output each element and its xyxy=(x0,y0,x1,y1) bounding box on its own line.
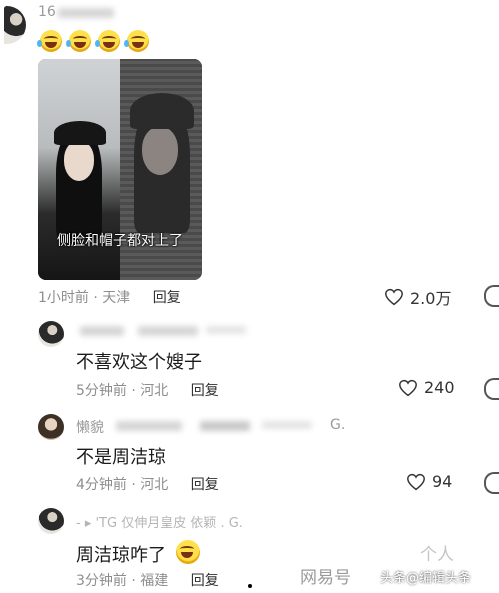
heart-icon xyxy=(399,379,417,396)
tear-icon xyxy=(95,40,100,47)
heart-icon xyxy=(407,473,425,490)
redacted-username xyxy=(206,326,246,334)
reply-button[interactable]: 回复 xyxy=(191,383,219,399)
time-location: 3分钟前 · 福建 xyxy=(76,573,169,589)
tear-icon xyxy=(66,40,71,47)
avatar[interactable] xyxy=(38,508,64,534)
partial-heart-icon xyxy=(484,285,499,307)
reply-button[interactable]: 回复 xyxy=(191,477,219,493)
top-comment-meta: 1小时前 · 天津 回复 xyxy=(38,287,181,307)
like-button[interactable]: 94 xyxy=(406,472,452,491)
redacted-username xyxy=(58,8,114,18)
tear-icon xyxy=(124,40,129,47)
redacted-username xyxy=(200,421,250,431)
tear-icon xyxy=(37,40,42,47)
face xyxy=(64,141,94,181)
reply-button[interactable]: 回复 xyxy=(153,290,181,306)
reply-text: 不是周洁琼 xyxy=(76,447,166,468)
like-button[interactable]: 2.0万 xyxy=(384,285,451,309)
dot-mark xyxy=(248,584,252,588)
avatar[interactable] xyxy=(38,321,64,347)
heart-icon xyxy=(385,288,403,306)
avatar[interactable] xyxy=(4,6,26,44)
photo-caption: 侧脸和帽子都对上了 xyxy=(57,233,183,249)
laughing-tears-emoji xyxy=(127,30,149,52)
reply-username[interactable]: 懒貌 xyxy=(76,417,104,437)
face xyxy=(142,127,178,175)
partial-heart-icon xyxy=(484,378,499,400)
reply-meta: 5分钟前 · 河北 回复 xyxy=(76,380,219,400)
watermark-brand: 网易号 xyxy=(300,568,351,588)
smile-emoji xyxy=(176,540,200,564)
like-count: 240 xyxy=(424,378,455,397)
redacted-username xyxy=(138,326,198,336)
cap xyxy=(130,93,194,129)
top-comment-username[interactable]: 16 xyxy=(38,4,56,20)
redacted-username xyxy=(262,421,312,429)
avatar[interactable] xyxy=(38,414,64,440)
watermark-source: 头条@编辑头条 xyxy=(380,571,472,586)
watermark-partial: 个人 xyxy=(420,545,454,565)
reply-text: 不喜欢这个嫂子 xyxy=(76,352,202,373)
reply-username[interactable]: - ▸ 'TG 仅伸月皇皮 依颖 . G. xyxy=(76,512,243,531)
time-location: 5分钟前 · 河北 xyxy=(76,383,169,399)
partial-heart-icon xyxy=(484,472,499,494)
time-location: 1小时前 · 天津 xyxy=(38,290,131,306)
reply-text: 周洁琼咋了 xyxy=(76,545,166,566)
like-button[interactable]: 240 xyxy=(398,378,455,397)
laughing-tears-emoji xyxy=(98,30,120,52)
cap xyxy=(54,121,106,145)
laughing-tears-emoji xyxy=(69,30,91,52)
redacted-username xyxy=(80,326,124,336)
time-location: 4分钟前 · 河北 xyxy=(76,477,169,493)
laughing-tears-emoji xyxy=(40,30,62,52)
like-count: 2.0万 xyxy=(410,289,452,308)
reply-meta: 3分钟前 · 福建 回复 xyxy=(76,570,219,590)
reply-meta: 4分钟前 · 河北 回复 xyxy=(76,474,219,494)
redacted-username xyxy=(116,421,182,431)
reply-button[interactable]: 回复 xyxy=(191,573,219,589)
reply-username-tail: G. xyxy=(330,417,346,433)
like-count: 94 xyxy=(432,472,453,491)
comment-photo[interactable]: 侧脸和帽子都对上了 xyxy=(38,59,202,280)
